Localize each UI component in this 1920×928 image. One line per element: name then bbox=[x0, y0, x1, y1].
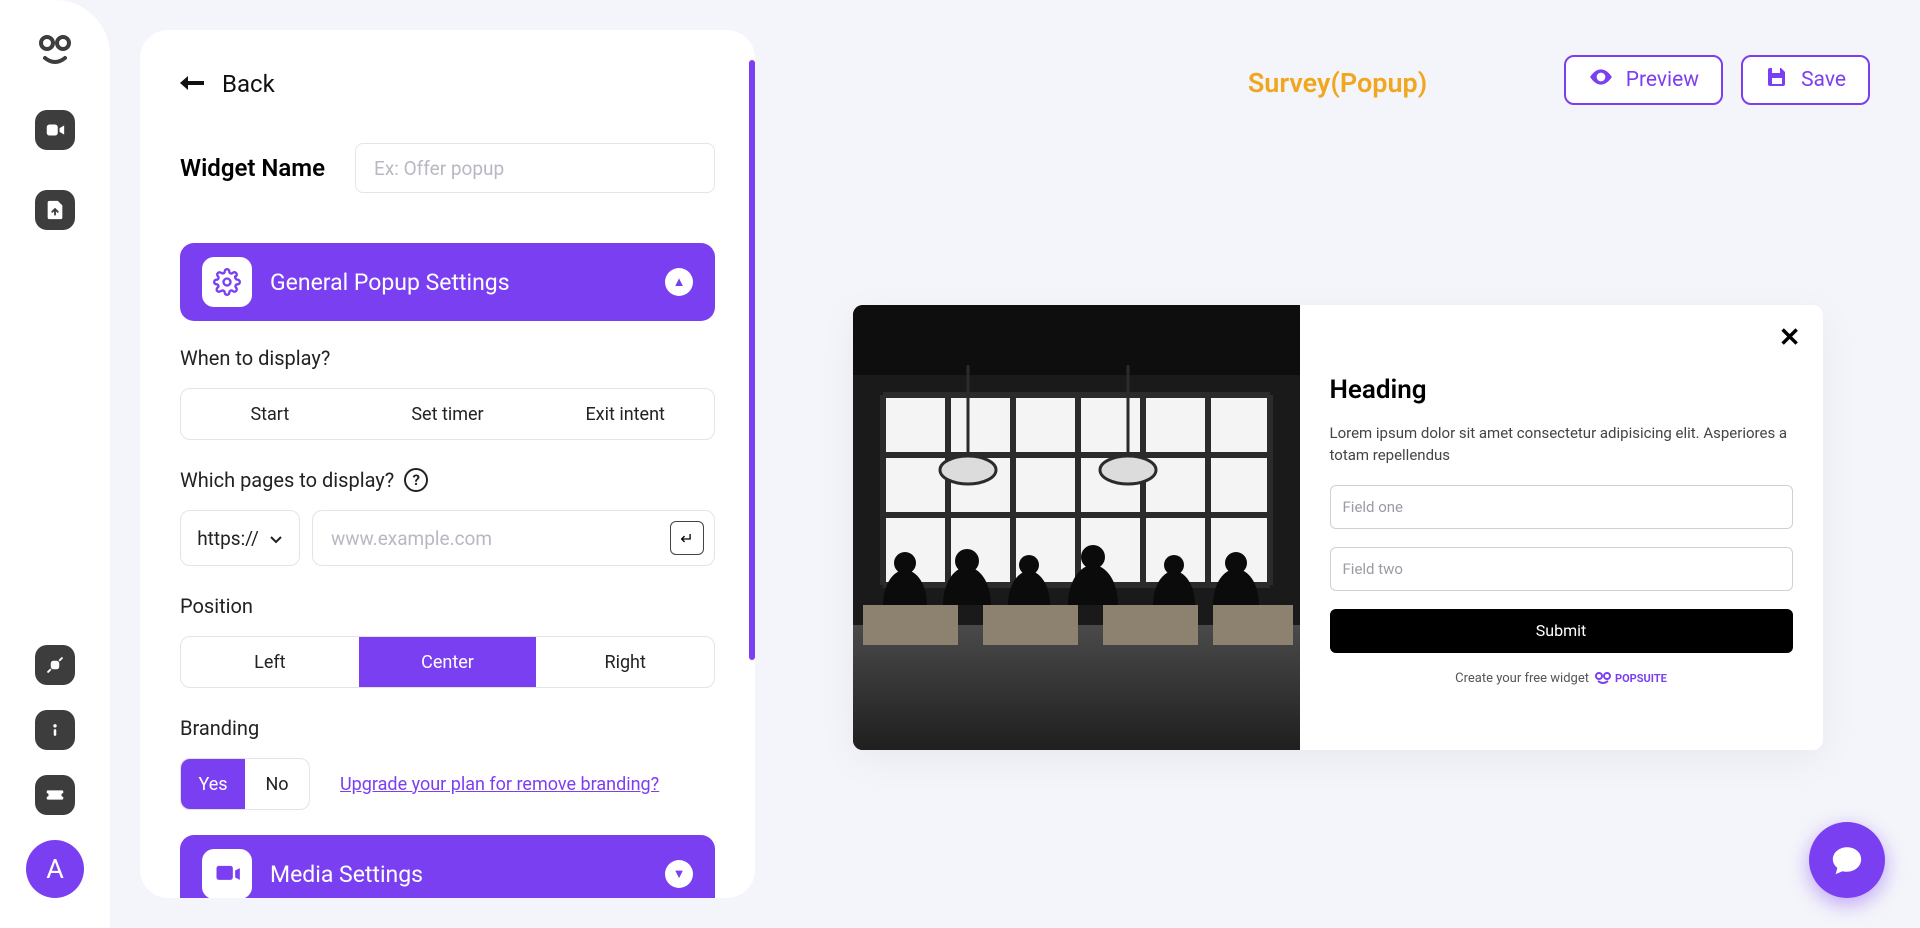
ticket-icon[interactable] bbox=[35, 775, 75, 815]
eye-icon bbox=[1588, 64, 1614, 96]
page-title: Survey(Popup) bbox=[1248, 67, 1427, 99]
arrow-left-icon bbox=[180, 72, 204, 97]
brand-badge: POPSUITE bbox=[1595, 672, 1667, 685]
back-button[interactable]: Back bbox=[180, 70, 715, 98]
pages-label: Which pages to display? ? bbox=[180, 468, 715, 492]
popup-credit: Create your free widget POPSUITE bbox=[1330, 671, 1793, 686]
preview-button[interactable]: Preview bbox=[1564, 55, 1723, 105]
preview-area: Survey(Popup) Preview Save bbox=[755, 30, 1920, 898]
popup-heading: Heading bbox=[1330, 375, 1793, 405]
protocol-select[interactable]: https:// bbox=[180, 510, 300, 566]
help-icon[interactable]: ? bbox=[404, 468, 428, 492]
popup-field-two[interactable] bbox=[1330, 547, 1793, 591]
chevron-up-icon: ▲ bbox=[665, 268, 693, 296]
chevron-down-icon bbox=[269, 527, 283, 550]
info-icon[interactable] bbox=[35, 710, 75, 750]
avatar[interactable]: A bbox=[26, 840, 84, 898]
popup-field-one[interactable] bbox=[1330, 485, 1793, 529]
position-option-right[interactable]: Right bbox=[536, 637, 714, 687]
widget-name-label: Widget Name bbox=[180, 154, 325, 182]
settings-panel: Back Widget Name General Popup Settings … bbox=[140, 30, 755, 898]
save-button[interactable]: Save bbox=[1741, 55, 1870, 105]
branding-no[interactable]: No bbox=[245, 759, 309, 809]
close-icon[interactable]: ✕ bbox=[1779, 323, 1801, 353]
when-option-exit[interactable]: Exit intent bbox=[536, 389, 714, 439]
chevron-down-icon: ▼ bbox=[665, 860, 693, 888]
position-option-left[interactable]: Left bbox=[181, 637, 359, 687]
media-icon bbox=[202, 849, 252, 898]
when-option-timer[interactable]: Set timer bbox=[359, 389, 537, 439]
video-icon[interactable] bbox=[35, 110, 75, 150]
left-nav-rail: A bbox=[0, 0, 110, 928]
position-segmented: Left Center Right bbox=[180, 636, 715, 688]
save-icon bbox=[1765, 65, 1789, 95]
widget-name-input[interactable] bbox=[355, 143, 715, 193]
popup-preview: ✕ Heading Lorem ipsum dolor sit amet con… bbox=[853, 305, 1823, 750]
logo-icon[interactable] bbox=[35, 30, 75, 70]
branding-label: Branding bbox=[180, 716, 715, 740]
branding-yes[interactable]: Yes bbox=[181, 759, 245, 809]
position-label: Position bbox=[180, 594, 715, 618]
section-title: Media Settings bbox=[270, 861, 647, 888]
branding-toggle: Yes No bbox=[180, 758, 310, 810]
upload-file-icon[interactable] bbox=[35, 190, 75, 230]
back-label: Back bbox=[222, 70, 275, 98]
popup-image bbox=[853, 305, 1300, 750]
section-general-settings[interactable]: General Popup Settings ▲ bbox=[180, 243, 715, 321]
popup-description: Lorem ipsum dolor sit amet consectetur a… bbox=[1330, 423, 1793, 467]
section-title: General Popup Settings bbox=[270, 269, 647, 296]
popup-submit-button[interactable]: Submit bbox=[1330, 609, 1793, 653]
chat-fab[interactable] bbox=[1809, 822, 1885, 898]
when-option-start[interactable]: Start bbox=[181, 389, 359, 439]
when-segmented: Start Set timer Exit intent bbox=[180, 388, 715, 440]
enter-icon[interactable]: ↵ bbox=[670, 521, 704, 555]
gear-icon bbox=[202, 257, 252, 307]
upgrade-link[interactable]: Upgrade your plan for remove branding? bbox=[340, 774, 659, 795]
position-option-center[interactable]: Center bbox=[359, 637, 537, 687]
url-input[interactable] bbox=[331, 527, 670, 550]
section-media-settings[interactable]: Media Settings ▼ bbox=[180, 835, 715, 898]
when-to-display-label: When to display? bbox=[180, 346, 715, 370]
plug-icon[interactable] bbox=[35, 645, 75, 685]
